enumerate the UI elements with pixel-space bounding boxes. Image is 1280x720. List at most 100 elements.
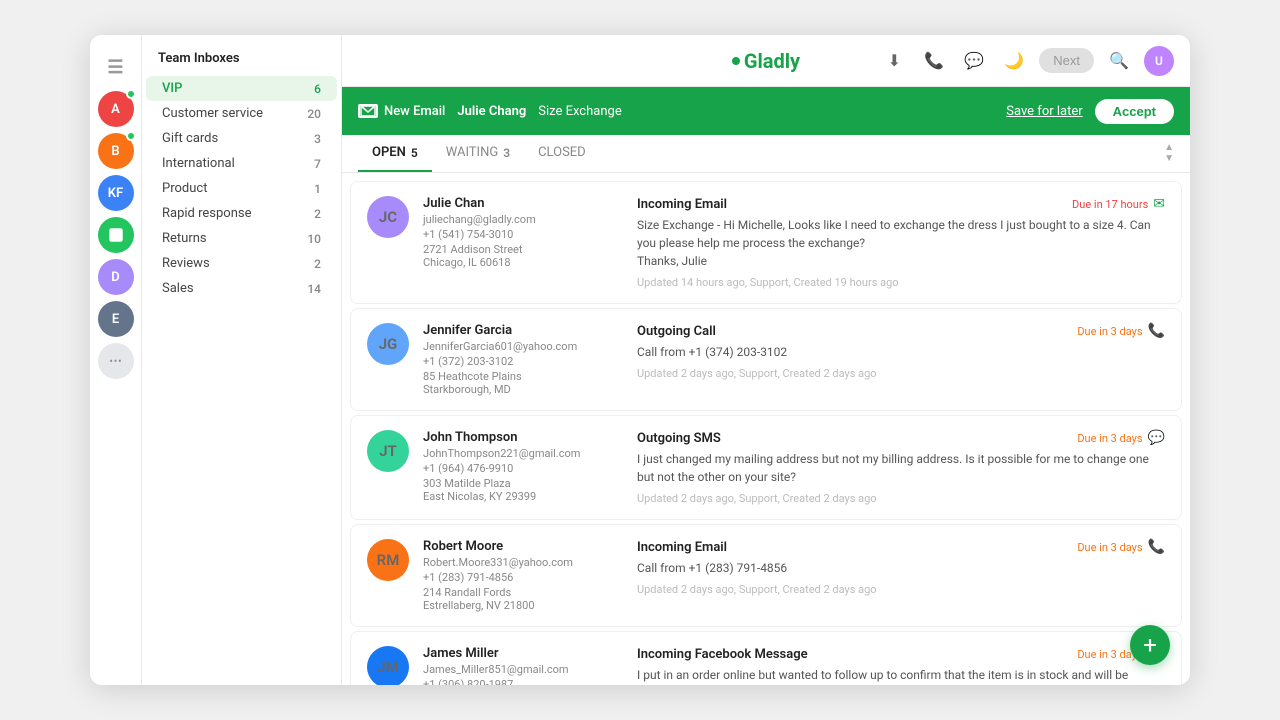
sidebar-item-count: 1 [314,182,321,196]
sidebar-item-label: Returns [162,231,207,246]
table-row[interactable]: JG Jennifer Garcia JenniferGarcia601@yah… [350,308,1182,411]
search-icon[interactable]: 🔍 [1104,46,1134,76]
conv-header: Outgoing SMS Due in 3 days 💬 [637,430,1165,446]
sidebar-item-label: Sales [162,281,194,296]
menu-icon[interactable]: ☰ [98,49,134,85]
table-row[interactable]: RM Robert Moore Robert.Moore331@yahoo.co… [350,524,1182,627]
contact-address2: Starkborough, MD [423,383,623,396]
contact-address1: 2721 Addison Street [423,243,623,256]
sidebar-item-count: 20 [307,107,321,121]
table-row[interactable]: JC Julie Chan juliechang@gladly.com +1 (… [350,181,1182,304]
sidebar-item-international[interactable]: International 7 [146,151,337,176]
contact-name: Julie Chan [423,196,623,211]
tab-open[interactable]: OPEN 5 [358,135,432,172]
table-row[interactable]: JM James Miller James_Miller851@gmail.co… [350,631,1182,685]
avatar: JC [367,196,409,238]
contact-name: Julie Chang [457,104,526,119]
sidebar-item-count: 14 [307,282,321,296]
avatar: JG [367,323,409,365]
table-row[interactable]: JT John Thompson JohnThompson221@gmail.c… [350,415,1182,520]
contact-address1: 214 Randall Fords [423,586,623,599]
contact-email: James_Miller851@gmail.com [423,663,623,676]
contact-phone: +1 (964) 476-9910 [423,462,623,475]
phone-icon[interactable]: 📞 [919,46,949,76]
sidebar-item-sales[interactable]: Sales 14 [146,276,337,301]
conv-type: Incoming Facebook Message [637,647,808,662]
sidebar-item-returns[interactable]: Returns10 [146,226,337,251]
avatar: JT [367,430,409,472]
user-avatar[interactable]: U [1144,46,1174,76]
header-right: ⬇ 📞 💬 🌙 Next 🔍 U [879,46,1174,76]
save-for-later[interactable]: Save for later [1006,104,1082,119]
conversation-detail: Outgoing SMS Due in 3 days 💬 I just chan… [637,430,1165,505]
tab-count: 5 [411,146,418,160]
download-icon[interactable]: ⬇ [879,46,909,76]
contact-address1: 303 Matilde Plaza [423,477,623,490]
accept-button[interactable]: Accept [1095,99,1174,124]
sidebar-item-count: 7 [314,157,321,171]
sidebar-item-label: VIP [162,81,182,96]
rail-more[interactable]: ⋯ [98,343,134,379]
contact-name: John Thompson [423,430,623,445]
conv-type: Incoming Email [637,197,727,212]
contact-email: Robert.Moore331@yahoo.com [423,556,623,569]
contact-info: James Miller James_Miller851@gmail.com +… [423,646,623,685]
app-logo: Gladly [732,49,800,73]
app-container: ☰ A B KF D E ⋯ Team Inboxes VIP6Customer… [90,35,1190,685]
sidebar: Team Inboxes VIP6Customer service20Gift … [142,35,342,685]
conv-type: Outgoing Call [637,324,716,339]
avatar: JM [367,646,409,685]
sms-icon: 💬 [1148,430,1165,446]
conv-message: Call from +1 (374) 203-3102 [637,343,1165,361]
sidebar-item-customer-service[interactable]: Customer service20 [146,101,337,126]
contact-phone: +1 (283) 791-4856 [423,571,623,584]
email-subject: Size Exchange [538,104,621,119]
conv-meta: Updated 2 days ago, Support, Created 2 d… [637,583,1165,596]
sidebar-item-reviews[interactable]: Reviews2 [146,251,337,276]
sidebar-item-rapid-response[interactable]: Rapid response2 [146,201,337,226]
contact-address2: East Nicolas, KY 29399 [423,490,623,503]
conv-message: Call from +1 (283) 791-4856 [637,559,1165,577]
conversation-detail: Incoming Facebook Message Due in 3 days … [637,646,1165,685]
rail-avatar-4[interactable] [98,217,134,253]
rail-avatar-5[interactable]: D [98,259,134,295]
contact-name: Jennifer Garcia [423,323,623,338]
tab-label: CLOSED [538,145,586,160]
sidebar-item-count: 2 [314,207,321,221]
rail-avatar-1[interactable]: A [98,91,134,127]
contact-info: Julie Chan juliechang@gladly.com +1 (541… [423,196,623,289]
conversation-detail: Incoming Email Due in 17 hours ✉ Size Ex… [637,196,1165,289]
sidebar-item-gift-cards[interactable]: Gift cards3 [146,126,337,151]
rail-avatar-kf[interactable]: KF [98,175,134,211]
rail-avatar-2[interactable]: B [98,133,134,169]
rail-avatar-6[interactable]: E [98,301,134,337]
chevron-down[interactable]: ▼ [1164,154,1174,164]
contact-email: JohnThompson221@gmail.com [423,447,623,460]
contact-info: Jennifer Garcia JenniferGarcia601@yahoo.… [423,323,623,396]
next-button[interactable]: Next [1039,48,1094,73]
chat-icon[interactable]: 💬 [959,46,989,76]
conv-header: Incoming Email Due in 17 hours ✉ [637,196,1165,212]
contact-email: JenniferGarcia601@yahoo.com [423,340,623,353]
sidebar-item-count: 3 [314,132,321,146]
conv-header: Incoming Email Due in 3 days 📞 [637,539,1165,555]
fab-button[interactable]: + [1130,625,1170,665]
conversation-detail: Outgoing Call Due in 3 days 📞 Call from … [637,323,1165,396]
moon-icon[interactable]: 🌙 [999,46,1029,76]
header: Gladly ⬇ 📞 💬 🌙 Next 🔍 U [342,35,1190,87]
icon-rail: ☰ A B KF D E ⋯ [90,35,142,685]
tab-closed[interactable]: CLOSED [524,135,600,172]
logo-dot [732,57,740,65]
sidebar-item-label: International [162,156,235,171]
tab-label: OPEN [372,145,406,160]
tab-waiting[interactable]: WAITING3 [432,135,524,172]
conv-message: I put in an order online but wanted to f… [637,666,1165,685]
phone-icon: 📞 [1148,539,1165,555]
sidebar-item-vip[interactable]: VIP6 [146,76,337,101]
sidebar-item-product[interactable]: Product1 [146,176,337,201]
contact-address2: Estrellaberg, NV 21800 [423,599,623,612]
contact-info: Robert Moore Robert.Moore331@yahoo.com +… [423,539,623,612]
chevron-up[interactable]: ▲ [1164,143,1174,153]
contact-address1: 85 Heathcote Plains [423,370,623,383]
conversation-detail: Incoming Email Due in 3 days 📞 Call from… [637,539,1165,612]
